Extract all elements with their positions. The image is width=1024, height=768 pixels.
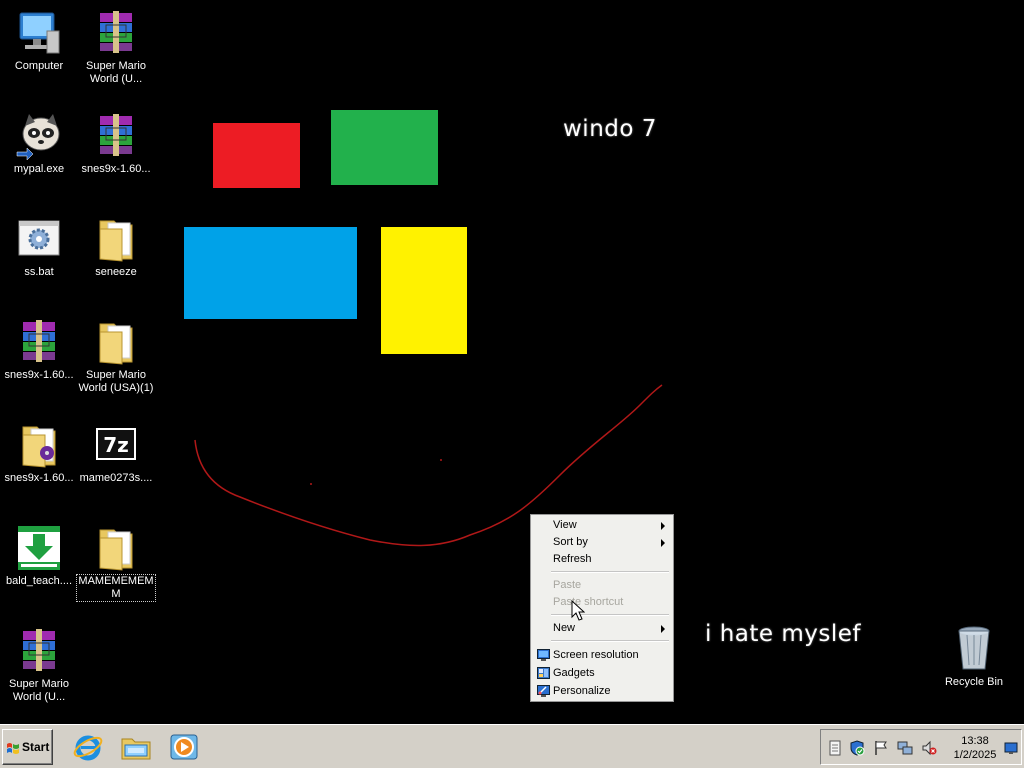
desktop-icon-ss-bat[interactable]: ss.bat <box>0 215 78 279</box>
menu-item-sort-by[interactable]: Sort by <box>533 534 671 551</box>
winrar-archive-icon <box>92 112 140 160</box>
internet-explorer-icon <box>73 735 103 761</box>
desktop-icon-bald-teach[interactable]: bald_teach.... <box>0 524 78 588</box>
desktop-icon-label: mame0273s.... <box>79 472 153 484</box>
menu-item-label: View <box>553 519 577 531</box>
start-button[interactable]: Start <box>2 729 53 765</box>
desktop-icon-super-mario-world-archive-2[interactable]: Super Mario World (U... <box>0 627 78 704</box>
recycle-bin-icon <box>950 625 998 673</box>
desktop-icon-label: snes9x-1.60... <box>81 163 151 175</box>
taskbar[interactable]: Start 13:38 1/2/2025 <box>0 724 1024 768</box>
menu-item-label: Gadgets <box>553 667 595 679</box>
desktop-icon-seneeze-folder[interactable]: seneeze <box>77 215 155 279</box>
desktop-icon-label: Super Mario World (U... <box>9 678 69 703</box>
menu-item-personalize[interactable]: Personalize <box>533 683 671 700</box>
quick-launch-internet-explorer[interactable] <box>72 731 104 763</box>
menu-item-view[interactable]: View <box>533 517 671 534</box>
folder-icon <box>92 318 140 366</box>
desktop-icon-snes9x-folder[interactable]: snes9x-1.60... <box>0 421 78 485</box>
network-icon[interactable] <box>897 740 913 756</box>
menu-item-label: Paste shortcut <box>553 596 624 608</box>
menu-item-gadgets[interactable]: Gadgets <box>533 665 671 682</box>
desktop-icon-super-mario-world-folder[interactable]: Super Mario World (USA)(1) <box>77 318 155 395</box>
windows-flag-icon <box>7 743 19 754</box>
desktop-icon-mame-archive[interactable]: 7z mame0273s.... <box>77 421 155 485</box>
desktop-icon-label: Super Mario World (U... <box>86 60 146 85</box>
flag-icon[interactable] <box>873 740 889 756</box>
mouse-cursor-icon <box>571 600 585 621</box>
menu-item-label: Sort by <box>553 536 588 548</box>
submenu-arrow-icon <box>661 522 665 530</box>
desktop-icon-label: seneeze <box>95 266 137 278</box>
file-explorer-icon <box>121 738 151 760</box>
batch-file-gear-icon <box>15 215 63 263</box>
7zip-archive-icon: 7z <box>92 421 140 469</box>
raccoon-app-icon <box>15 112 63 161</box>
winrar-archive-icon <box>15 627 63 675</box>
menu-item-label: Personalize <box>553 685 611 697</box>
computer-icon <box>15 9 63 57</box>
menu-item-label: Screen resolution <box>553 649 639 661</box>
clock-date: 1/2/2025 <box>953 749 997 761</box>
desktop-icon-snes9x-archive-2[interactable]: snes9x-1.60... <box>0 318 78 382</box>
menu-separator <box>551 614 669 616</box>
personalize-icon <box>537 685 550 697</box>
desktop-icon-label: MAMEMEMEMM <box>76 574 156 602</box>
installer-download-icon <box>15 524 63 572</box>
menu-separator <box>551 640 669 642</box>
desktop-icon-super-mario-world-archive[interactable]: Super Mario World (U... <box>77 9 155 86</box>
desktop-icon-label: Recycle Bin <box>944 676 1004 688</box>
folder-icon <box>92 215 140 263</box>
menu-item-label: New <box>553 622 576 634</box>
menu-item-label: Paste <box>553 579 582 591</box>
system-tray[interactable]: 13:38 1/2/2025 <box>820 729 1022 765</box>
quick-launch-file-explorer[interactable] <box>120 731 152 763</box>
folder-icon <box>92 524 140 572</box>
menu-item-paste[interactable]: Paste <box>533 577 671 594</box>
desktop-context-menu[interactable]: View Sort by Refresh Paste Paste shortcu… <box>530 514 674 702</box>
security-shield-icon[interactable] <box>849 740 865 756</box>
desktop-icon-label: Super Mario World (USA)(1) <box>78 369 154 394</box>
desktop-icon-mamememe-folder[interactable]: MAMEMEMEMM <box>76 524 156 602</box>
submenu-arrow-icon <box>661 625 665 633</box>
desktop-icon-label: snes9x-1.60... <box>4 369 74 381</box>
menu-separator <box>551 571 669 573</box>
volume-muted-icon[interactable] <box>921 740 937 756</box>
taskbar-clock[interactable]: 13:38 1/2/2025 <box>949 734 1001 762</box>
screen-resolution-icon <box>537 649 550 661</box>
winrar-archive-icon <box>92 9 140 57</box>
desktop-icon-computer[interactable]: Computer <box>0 9 78 73</box>
show-desktop-icon[interactable] <box>1004 740 1018 756</box>
desktop-icon-label: mypal.exe <box>13 163 65 175</box>
menu-item-new[interactable]: New <box>533 620 671 637</box>
winrar-archive-icon <box>15 318 63 366</box>
submenu-arrow-icon <box>661 539 665 547</box>
desktop-icon-snes9x-archive[interactable]: snes9x-1.60... <box>77 112 155 176</box>
media-player-icon <box>170 734 198 760</box>
desktop-icon-mypal[interactable]: mypal.exe <box>0 112 78 176</box>
desktop[interactable]: windo 7 i hate myslef Computer Super Mar… <box>0 0 1024 724</box>
svg-text:7z: 7z <box>103 433 129 457</box>
desktop-icon-label: Computer <box>14 60 64 72</box>
menu-item-paste-shortcut[interactable]: Paste shortcut <box>533 594 671 611</box>
start-button-label: Start <box>22 740 50 754</box>
clock-time: 13:38 <box>961 735 989 747</box>
quick-launch-media-player[interactable] <box>168 731 200 763</box>
gadgets-icon <box>537 667 550 679</box>
desktop-icon-label: snes9x-1.60... <box>4 472 74 484</box>
menu-item-screen-resolution[interactable]: Screen resolution <box>533 647 671 664</box>
action-center-icon[interactable] <box>827 740 843 756</box>
folder-icon <box>15 421 63 469</box>
desktop-icon-label: ss.bat <box>24 266 54 278</box>
desktop-icon-recycle-bin[interactable]: Recycle Bin <box>935 625 1013 689</box>
desktop-icon-label: bald_teach.... <box>5 575 73 587</box>
menu-item-label: Refresh <box>553 553 592 565</box>
menu-item-refresh[interactable]: Refresh <box>533 551 671 568</box>
